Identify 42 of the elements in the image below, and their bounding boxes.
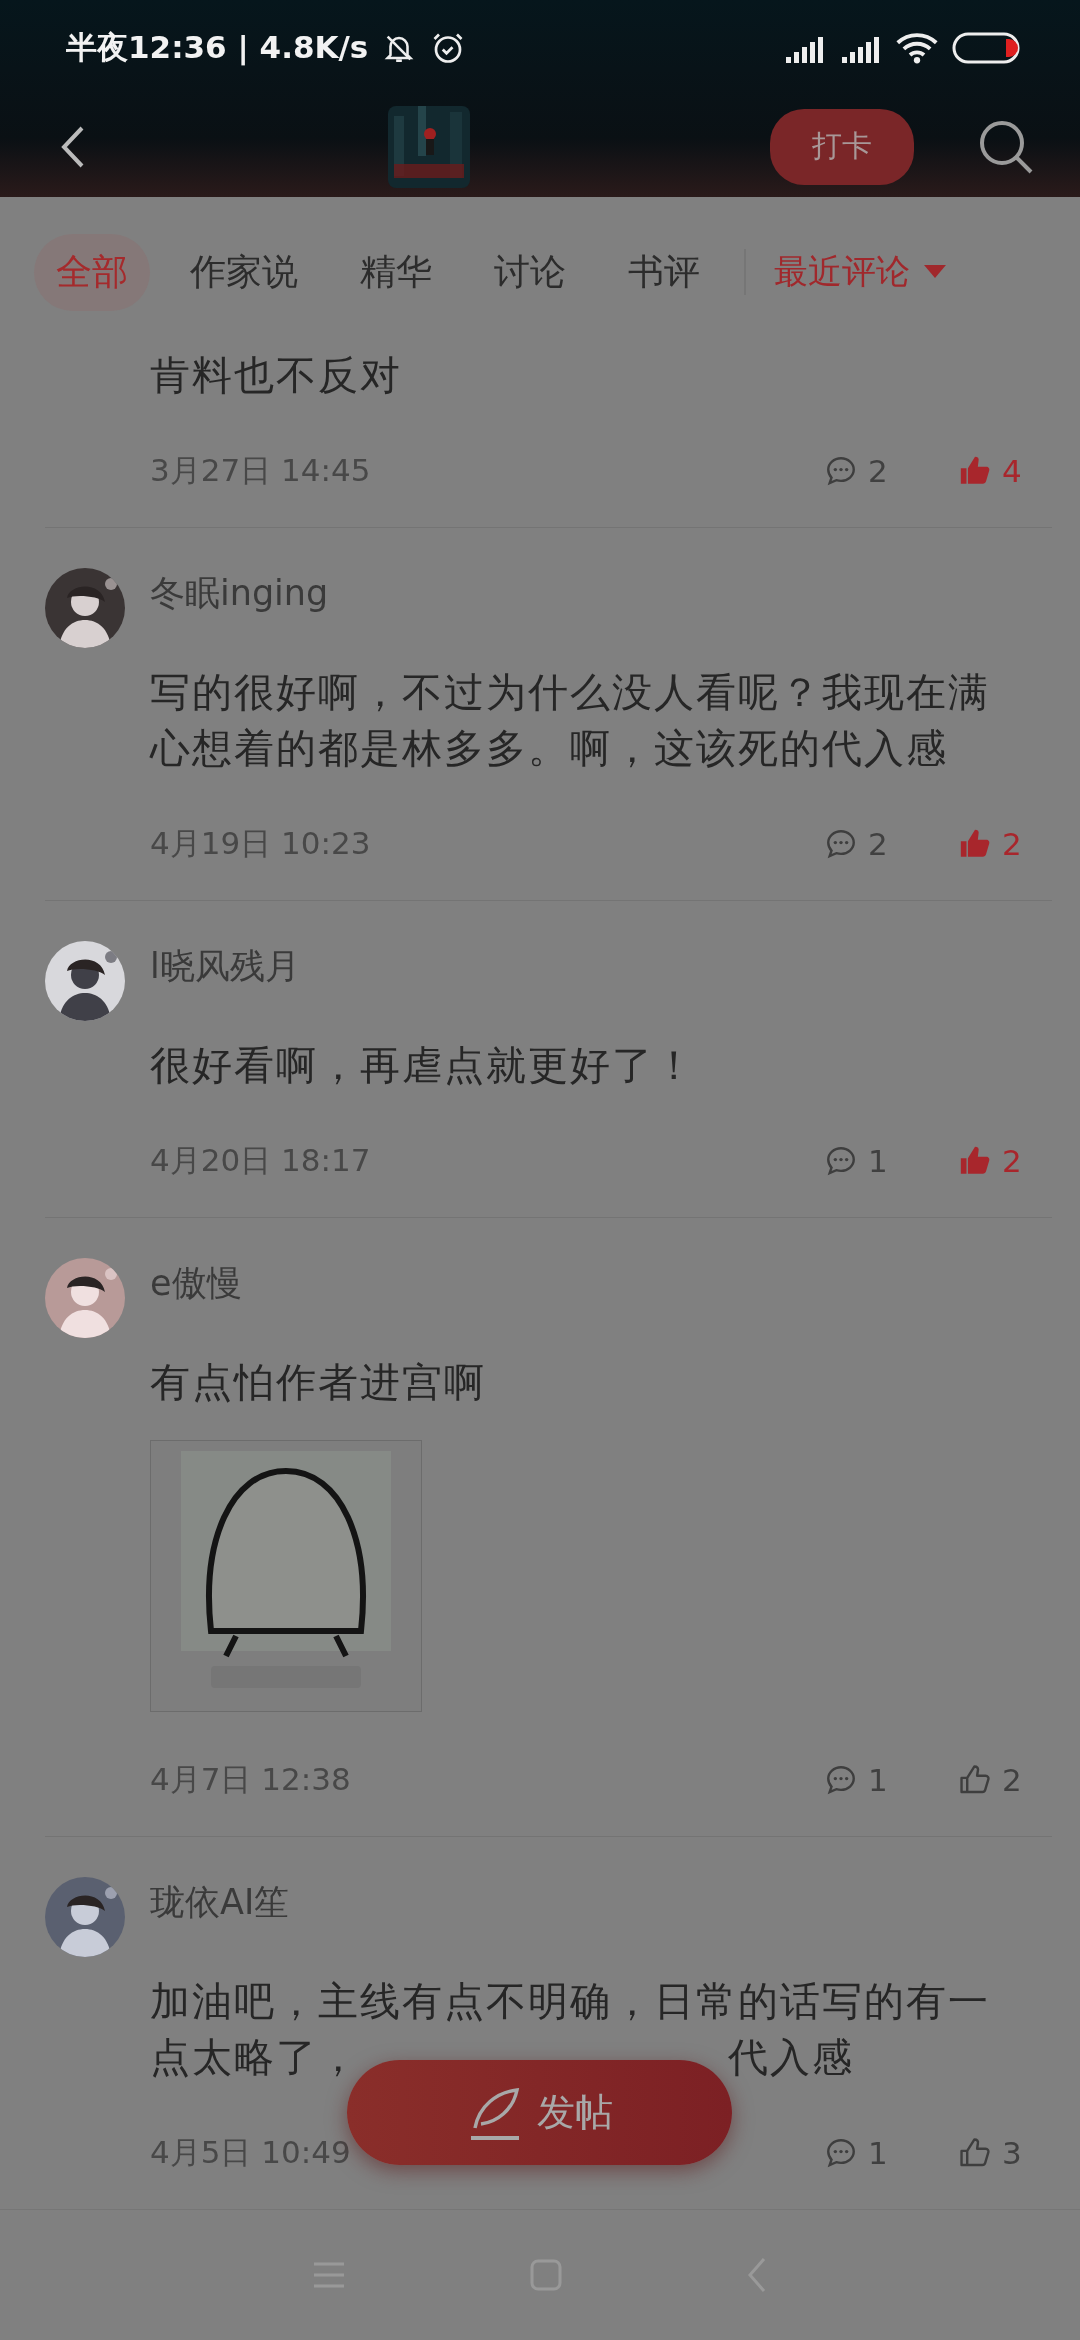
wifi-icon [896,32,938,64]
reply-count: 1 [868,1143,889,1179]
status-time: 半夜12:36 | 4.8K/s [66,28,369,68]
search-icon[interactable] [978,118,1034,175]
tab[interactable]: 书评 [606,233,722,311]
username[interactable]: l晓风残月 [150,941,1052,991]
comment-text: 写的很好啊，不过为什么没人看呢？我现在满心想着的都是林多多。啊，这该死的代入感 [150,668,991,773]
check-in-button[interactable]: 打卡 [770,108,914,185]
tab[interactable]: 精华 [338,233,454,311]
comment-text: 加油吧，主线有点不明确，日常的话写的有一 [150,1977,990,2026]
post-date: 3月27日 14:45 [150,451,372,490]
reply-count: 2 [868,826,889,862]
username[interactable]: 冬眠inging [150,568,1052,618]
post-date: 4月7日 12:38 [150,1760,352,1799]
comment-text: 很好看啊，再虐点就更好了！ [150,1041,697,1090]
comment-icon [824,1144,858,1178]
like-count: 2 [1002,1762,1023,1798]
reply-count: 1 [868,1762,889,1798]
comment-icon [824,454,858,488]
like-count: 2 [1002,1143,1023,1179]
like-count: 4 [1002,453,1023,489]
username[interactable]: e傲慢 [150,1258,1052,1308]
comment-icon [824,1763,858,1797]
caret-icon [924,265,946,279]
comment-icon [824,827,858,861]
menu-icon[interactable] [312,2260,346,2290]
post-date: 4月19日 10:23 [150,824,372,863]
battery-icon [952,32,1020,64]
sort-dropdown[interactable]: 最近评论 [768,248,952,296]
reply-count: 2 [868,453,889,489]
like-count: 2 [1002,826,1023,862]
reply-count: 1 [868,2135,889,2171]
comment-text: 有点怕作者进宫啊 [150,1358,487,1407]
home-icon[interactable] [530,2259,562,2291]
post-button[interactable]: 发帖 [347,2060,732,2165]
post-date: 4月20日 18:17 [150,1141,372,1180]
tab[interactable]: 讨论 [472,233,588,311]
tab[interactable]: 作家说 [168,233,320,311]
comment-icon [824,2136,858,2170]
like-count: 3 [1002,2135,1023,2171]
username[interactable]: 珑依AI笙 [150,1877,1052,1927]
comment-text: 肯料也不反对 [150,351,403,400]
